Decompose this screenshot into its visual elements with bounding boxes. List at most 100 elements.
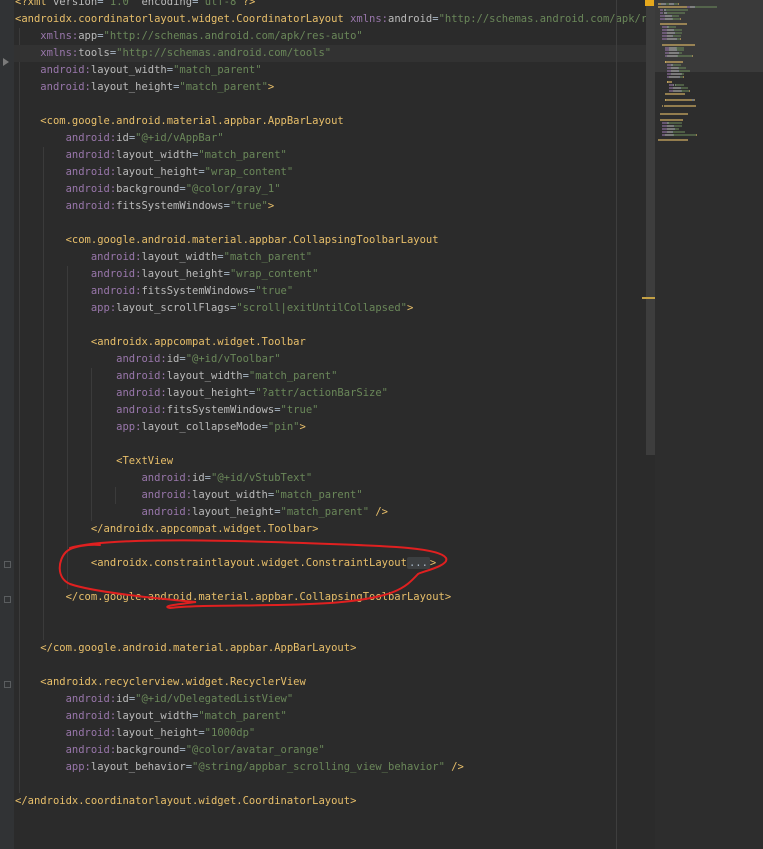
code-line[interactable]: android:layout_height="match_parent"> — [15, 79, 274, 96]
code-line[interactable]: </androidx.coordinatorlayout.widget.Coor… — [15, 793, 356, 810]
code-token: "match_parent" — [179, 81, 268, 93]
minimap-line — [660, 23, 687, 26]
code-token: android: — [65, 166, 117, 178]
code-line[interactable]: android:fitsSystemWindows="true" — [15, 402, 318, 419]
code-line[interactable]: android:id="@+id/vDelegatedListView" — [15, 691, 294, 708]
minimap-line — [666, 127, 674, 130]
code-line[interactable]: android:id="@+id/vStubText" — [15, 470, 312, 487]
code-line[interactable]: android:layout_height="wrap_content" — [15, 164, 294, 181]
scrollbar-marker — [642, 297, 655, 299]
code-token: "1.0" — [103, 0, 142, 8]
code-line[interactable]: <com.google.android.material.appbar.AppB… — [15, 113, 343, 130]
code-line[interactable]: </androidx.appcompat.widget.Toolbar> — [15, 521, 319, 538]
code-line[interactable]: android:layout_height="?attr/actionBarSi… — [15, 385, 388, 402]
minimap-line — [678, 69, 691, 72]
code-line[interactable]: <androidx.appcompat.widget.Toolbar — [15, 334, 306, 351]
minimap-line — [664, 14, 672, 17]
code-token: background — [116, 744, 180, 756]
code-token: id — [192, 472, 205, 484]
code-line[interactable]: android:layout_width="match_parent" — [15, 62, 261, 79]
code-line[interactable]: app:layout_collapseMode="pin"> — [15, 419, 306, 436]
minimap-line — [668, 121, 683, 124]
code-line[interactable]: xmlns:tools="http://schemas.android.com/… — [14, 45, 651, 62]
code-line[interactable]: android:background="@color/gray_1" — [15, 181, 281, 198]
code-line[interactable]: xmlns:app="http://schemas.android.com/ap… — [15, 28, 362, 45]
code-token: android: — [65, 200, 117, 212]
code-token: layout_width — [116, 149, 193, 161]
code-token: layout_scrollFlags — [116, 302, 230, 314]
code-line[interactable]: </com.google.android.material.appbar.Col… — [15, 589, 452, 606]
code-token: fitsSystemWindows — [141, 285, 249, 297]
code-token: android — [388, 13, 433, 25]
minimap-line — [695, 104, 697, 107]
code-line[interactable]: <androidx.constraintlayout.widget.Constr… — [15, 555, 436, 572]
code-line[interactable]: android:layout_width="match_parent" — [15, 487, 362, 504]
code-line[interactable]: android:layout_width="match_parent" — [15, 147, 287, 164]
code-line[interactable]: android:fitsSystemWindows="true"> — [15, 198, 275, 215]
code-line[interactable]: </com.google.android.material.appbar.App… — [15, 640, 356, 657]
code-token: "wrap_content" — [204, 166, 294, 178]
minimap-line — [674, 32, 683, 34]
code-line[interactable]: android:layout_height="1000dp" — [15, 725, 256, 742]
code-line[interactable]: android:layout_width="match_parent" — [15, 249, 312, 266]
code-token: "match_parent" — [248, 370, 338, 382]
minimap-line — [677, 55, 693, 58]
minimap-line — [665, 92, 684, 95]
minimap-line — [662, 43, 695, 46]
code-line[interactable]: android:layout_width="match_parent" — [15, 368, 337, 385]
code-line[interactable]: app:layout_behavior="@string/appbar_scro… — [15, 759, 464, 776]
code-line[interactable]: app:layout_scrollFlags="scroll|exitUntil… — [15, 300, 413, 317]
minimap-line — [664, 133, 673, 136]
minimap-line — [693, 98, 695, 101]
code-line[interactable]: android:layout_width="match_parent" — [15, 708, 287, 725]
code-token: "@+id/vAppBar" — [135, 132, 224, 144]
code-token: layout_width — [141, 251, 218, 263]
code-editor[interactable]: <?xml version="1.0" encoding="utf-8"?> <a… — [0, 0, 691, 849]
code-minimap[interactable] — [655, 0, 763, 849]
code-token: "match_parent" — [198, 710, 287, 722]
folded-code-marker[interactable]: ... — [406, 557, 430, 569]
code-line[interactable]: android:fitsSystemWindows="true" — [15, 283, 293, 300]
code-token: "wrap_content" — [229, 268, 319, 280]
code-line[interactable]: android:id="@+id/vAppBar" — [15, 130, 224, 147]
code-line[interactable]: android:background="@color/avatar_orange… — [15, 742, 325, 759]
code-token: fitsSystemWindows — [166, 404, 275, 416]
code-line[interactable]: <?xml version="1.0" encoding="utf-8"?> — [15, 0, 255, 11]
code-line[interactable]: android:id="@+id/vToolbar" — [15, 351, 280, 368]
code-token: androidx.coordinatorlayout.widget.Coordi… — [21, 13, 351, 25]
inspection-status-icon[interactable] — [645, 0, 654, 6]
code-token: </ — [65, 591, 79, 603]
code-token: android: — [90, 268, 142, 280]
code-line[interactable]: <com.google.android.material.appbar.Coll… — [15, 232, 439, 249]
vertical-scrollbar[interactable] — [646, 0, 655, 455]
code-line[interactable]: <androidx.recyclerview.widget.RecyclerVi… — [15, 674, 306, 691]
code-token: android: — [65, 183, 117, 195]
code-token: android: — [90, 285, 142, 297]
code-line[interactable]: <TextView — [15, 453, 173, 470]
code-token: layout_width — [192, 489, 268, 501]
code-line[interactable]: android:layout_height="wrap_content" — [15, 266, 319, 283]
code-line[interactable]: android:layout_height="match_parent" /> — [15, 504, 388, 521]
minimap-line — [695, 133, 698, 136]
minimap-line — [673, 124, 682, 127]
code-line[interactable]: <androidx.coordinatorlayout.widget.Coord… — [15, 11, 691, 28]
minimap-line — [680, 17, 681, 20]
code-token: "http://schemas.android.com/tools" — [116, 47, 332, 59]
code-token: android: — [141, 489, 193, 501]
